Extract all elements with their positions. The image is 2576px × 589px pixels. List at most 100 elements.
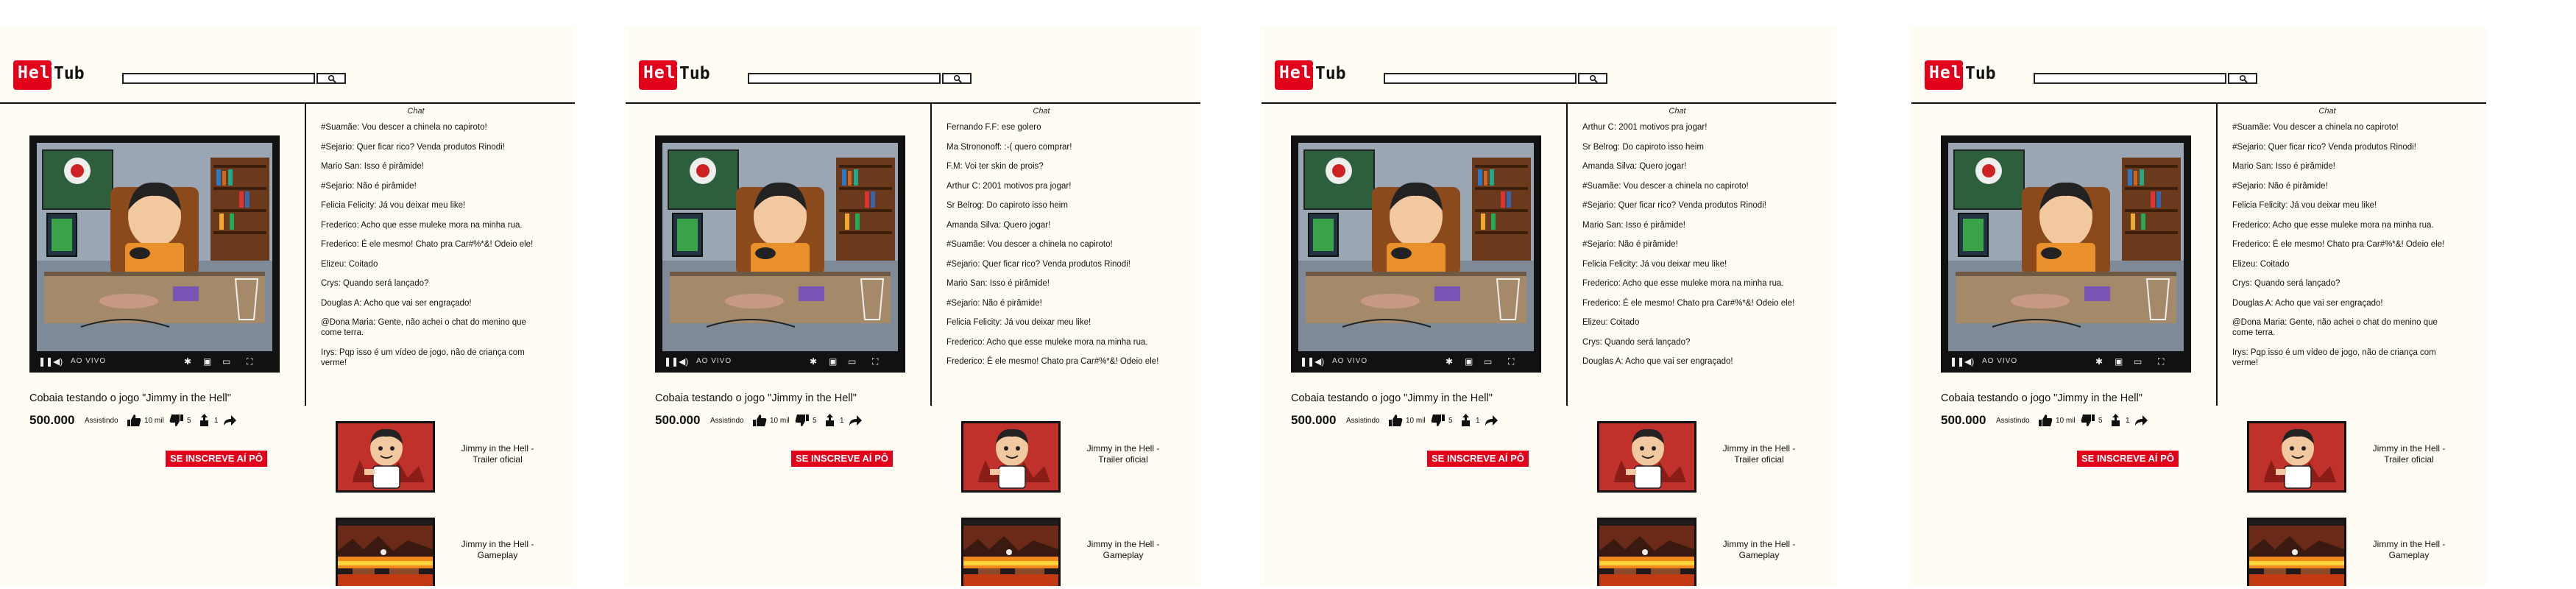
forward-icon[interactable] <box>1484 414 1498 427</box>
video-player[interactable]: ❚❚ ◀) AO VIVO ✱ ▣ ▭ ⛶ <box>1941 135 2191 373</box>
related-title[interactable]: Jimmy in the Hell - Gameplay <box>1079 539 1167 561</box>
pause-icon[interactable]: ❚❚ <box>664 356 679 367</box>
logo[interactable]: Hell Tub <box>13 60 85 90</box>
video-frame[interactable] <box>662 143 898 351</box>
like-icon[interactable] <box>127 414 141 427</box>
volume-icon[interactable]: ◀) <box>679 356 688 367</box>
chat-message: #Sejario: Quer ficar rico? Venda produto… <box>2232 142 2416 152</box>
chat-message: Crys: Quando será lançado? <box>2232 279 2340 288</box>
fullscreen-icon[interactable]: ⛶ <box>2158 356 2164 367</box>
related-thumbnail-gameplay[interactable] <box>336 518 435 586</box>
dislike-icon[interactable] <box>169 414 184 427</box>
related-thumbnail-gameplay[interactable] <box>961 518 1061 586</box>
fullscreen-icon[interactable]: ⛶ <box>872 356 878 367</box>
settings-icon[interactable]: ✱ <box>1446 356 1453 367</box>
related-thumbnail-trailer[interactable] <box>961 421 1061 493</box>
volume-icon[interactable]: ◀) <box>53 356 63 367</box>
top-bar: Hell Tub <box>639 60 972 90</box>
share-count: 1 <box>1476 417 1480 425</box>
volume-icon[interactable]: ◀) <box>1964 356 1974 367</box>
dislike-count: 5 <box>187 417 191 425</box>
dislike-icon[interactable] <box>2081 414 2095 427</box>
logo[interactable]: Hell Tub <box>639 60 710 90</box>
search-input[interactable] <box>1384 73 1577 84</box>
dislike-icon[interactable] <box>1431 414 1446 427</box>
watching-label: Assistindo <box>710 417 744 425</box>
subscribe-button[interactable]: SE INSCREVE AÍ PÔ <box>166 451 267 467</box>
related-title[interactable]: Jimmy in the Hell - Trailer oficial <box>1715 443 1803 465</box>
subscribe-button[interactable]: SE INSCREVE AÍ PÔ <box>2077 451 2179 467</box>
pause-icon[interactable]: ❚❚ <box>1950 356 1964 367</box>
search-input[interactable] <box>122 73 315 84</box>
chat-message: Mario San: Isso é pirâmide! <box>946 279 1050 288</box>
related-thumbnail-trailer[interactable] <box>1597 421 1696 493</box>
logo[interactable]: Hell Tub <box>1275 60 1346 90</box>
related-thumbnail-gameplay[interactable] <box>1597 518 1696 586</box>
forward-icon[interactable] <box>2134 414 2148 427</box>
related-title[interactable]: Jimmy in the Hell - Gameplay <box>2365 539 2453 561</box>
share-icon[interactable] <box>2110 414 2123 427</box>
share-count: 1 <box>214 417 219 425</box>
settings-icon[interactable]: ✱ <box>184 356 191 367</box>
header-divider <box>626 102 1200 104</box>
logo[interactable]: Hell Tub <box>1925 60 1996 90</box>
miniplayer-icon[interactable]: ▣ <box>829 356 837 367</box>
miniplayer-icon[interactable]: ▣ <box>1465 356 1473 367</box>
viewer-count: 500.000 <box>1291 413 1337 427</box>
video-frame[interactable] <box>1298 143 1534 351</box>
like-icon[interactable] <box>2038 414 2053 427</box>
theater-icon[interactable]: ▭ <box>1484 356 1492 367</box>
volume-icon[interactable]: ◀) <box>1314 356 1324 367</box>
header-divider <box>1911 102 2486 104</box>
like-icon[interactable] <box>1388 414 1403 427</box>
forward-icon[interactable] <box>848 414 863 427</box>
pause-icon[interactable]: ❚❚ <box>1300 356 1314 367</box>
theater-icon[interactable]: ▭ <box>2134 356 2142 367</box>
search-input[interactable] <box>748 73 941 84</box>
video-player[interactable]: ❚❚ ◀) AO VIVO ✱ ▣ ▭ ⛶ <box>1291 135 1541 373</box>
chat-message: Frederico: Acho que esse muleke mora na … <box>1582 279 1784 288</box>
chat-divider <box>930 102 932 406</box>
video-player[interactable]: ❚❚ ◀) AO VIVO ✱ ▣ ▭ ⛶ <box>655 135 905 373</box>
search-button[interactable] <box>2228 73 2257 84</box>
fullscreen-icon[interactable]: ⛶ <box>1508 356 1514 367</box>
share-icon[interactable] <box>199 414 212 427</box>
settings-icon[interactable]: ✱ <box>810 356 817 367</box>
search-icon <box>1589 74 1598 83</box>
live-label: AO VIVO <box>71 357 107 365</box>
related-thumbnail-trailer[interactable] <box>336 421 435 493</box>
like-icon[interactable] <box>752 414 767 427</box>
share-icon[interactable] <box>1460 414 1473 427</box>
theater-icon[interactable]: ▭ <box>222 356 230 367</box>
logo-suffix: Tub <box>1315 64 1346 83</box>
related-thumbnail-gameplay[interactable] <box>2247 518 2346 586</box>
video-player[interactable]: ❚❚ ◀) AO VIVO ✱ ▣ ▭ ⛶ <box>29 135 280 373</box>
fullscreen-icon[interactable]: ⛶ <box>247 356 252 367</box>
video-frame[interactable] <box>37 143 272 351</box>
search-button[interactable] <box>942 73 972 84</box>
settings-icon[interactable]: ✱ <box>2095 356 2103 367</box>
chat-message: Sr Belrog: Do capiroto isso heim <box>1582 142 1704 152</box>
pause-icon[interactable]: ❚❚ <box>38 356 53 367</box>
search-input[interactable] <box>2034 73 2226 84</box>
miniplayer-icon[interactable]: ▣ <box>203 356 211 367</box>
subscribe-button[interactable]: SE INSCREVE AÍ PÔ <box>791 451 893 467</box>
video-frame[interactable] <box>1948 143 2184 351</box>
forward-icon[interactable] <box>222 414 237 427</box>
share-icon[interactable] <box>824 414 838 427</box>
related-title[interactable]: Jimmy in the Hell - Trailer oficial <box>2365 443 2453 465</box>
subscribe-button[interactable]: SE INSCREVE AÍ PÔ <box>1427 451 1529 467</box>
search-button[interactable] <box>1578 73 1607 84</box>
theater-icon[interactable]: ▭ <box>848 356 856 367</box>
viewer-count: 500.000 <box>29 413 75 427</box>
dislike-icon[interactable] <box>795 414 810 427</box>
chat-message: #Sejario: Não é pirâmide! <box>1582 240 1678 249</box>
related-thumbnail-trailer[interactable] <box>2247 421 2346 493</box>
related-title[interactable]: Jimmy in the Hell - Trailer oficial <box>453 443 542 465</box>
related-title[interactable]: Jimmy in the Hell - Gameplay <box>453 539 542 561</box>
search-button[interactable] <box>316 73 346 84</box>
chat-message: Felicia Felicity: Já vou deixar meu like… <box>1582 259 1727 269</box>
miniplayer-icon[interactable]: ▣ <box>2115 356 2123 367</box>
related-title[interactable]: Jimmy in the Hell - Gameplay <box>1715 539 1803 561</box>
related-title[interactable]: Jimmy in the Hell - Trailer oficial <box>1079 443 1167 465</box>
